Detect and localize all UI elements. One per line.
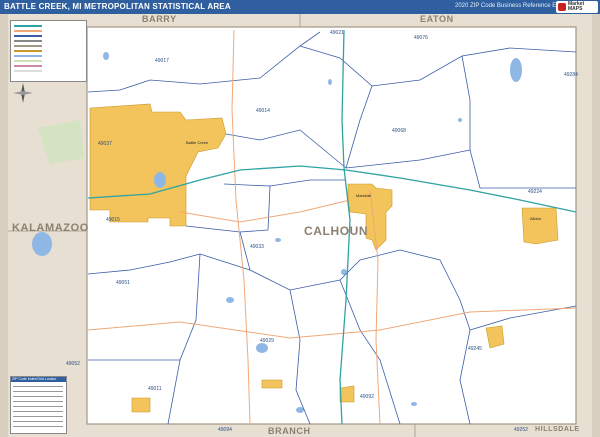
- legend-rail: [14, 65, 42, 67]
- zip-label: 49017: [155, 58, 169, 64]
- zip-label: 49068: [392, 128, 406, 134]
- legend-road: [14, 40, 42, 42]
- zip-label: 49033: [250, 244, 264, 250]
- zip-label: 49284: [564, 72, 578, 78]
- zip-label: 49252: [514, 427, 528, 433]
- zip-label: 49052: [66, 361, 80, 367]
- zip-index-header: ZIP Code Index/Grid Locator: [11, 377, 66, 382]
- zip-label: 49224: [528, 189, 542, 195]
- athens-urban-area: [131, 397, 151, 413]
- city-label: Battle Creek: [186, 140, 209, 145]
- legend-highway: [14, 30, 42, 32]
- zip-label: 49014: [256, 108, 270, 114]
- county-label-kalamazoo: KALAMAZOO: [12, 222, 89, 234]
- county-label-branch: BRANCH: [268, 426, 311, 436]
- union-city-urban-area: [339, 385, 355, 403]
- city-label: Albion: [530, 216, 542, 221]
- legend-other: [14, 70, 42, 72]
- legend-park: [14, 60, 42, 62]
- albion-urban-area: [521, 207, 559, 245]
- map-canvas: [8, 14, 577, 437]
- county-label-hillsdale: HILLSDALE: [535, 426, 580, 433]
- tekonsha-urban-area: [261, 379, 283, 389]
- county-label-barry: BARRY: [142, 14, 177, 24]
- county-label-calhoun: CALHOUN: [304, 224, 369, 238]
- legend-interstate: [14, 25, 42, 27]
- zip-label: 49021: [330, 30, 344, 36]
- legend-county-line: [14, 45, 42, 47]
- zip-label: 49015: [106, 217, 120, 223]
- map-legend: [10, 20, 87, 82]
- zip-label: 49051: [116, 280, 130, 286]
- county-label-eaton: EATON: [420, 14, 454, 24]
- legend-zip-boundary: [14, 35, 42, 37]
- zip-label: 49011: [148, 386, 162, 392]
- city-label: Marshall: [356, 193, 372, 198]
- park-area: [38, 120, 84, 164]
- legend-water: [14, 55, 42, 57]
- zip-label: 49245: [468, 346, 482, 352]
- zip-label: 49094: [218, 427, 232, 433]
- zip-label: 49092: [360, 394, 374, 400]
- zip-index-legend: ZIP Code Index/Grid Locator: [10, 376, 67, 434]
- map-page: BATTLE CREEK, MI METROPOLITAN STATISTICA…: [0, 0, 600, 437]
- north-arrow-icon: [13, 83, 33, 103]
- zip-label: 49076: [414, 35, 428, 41]
- zip-label: 49029: [260, 338, 274, 344]
- legend-urban: [14, 50, 42, 52]
- zip-label: 49037: [98, 141, 112, 147]
